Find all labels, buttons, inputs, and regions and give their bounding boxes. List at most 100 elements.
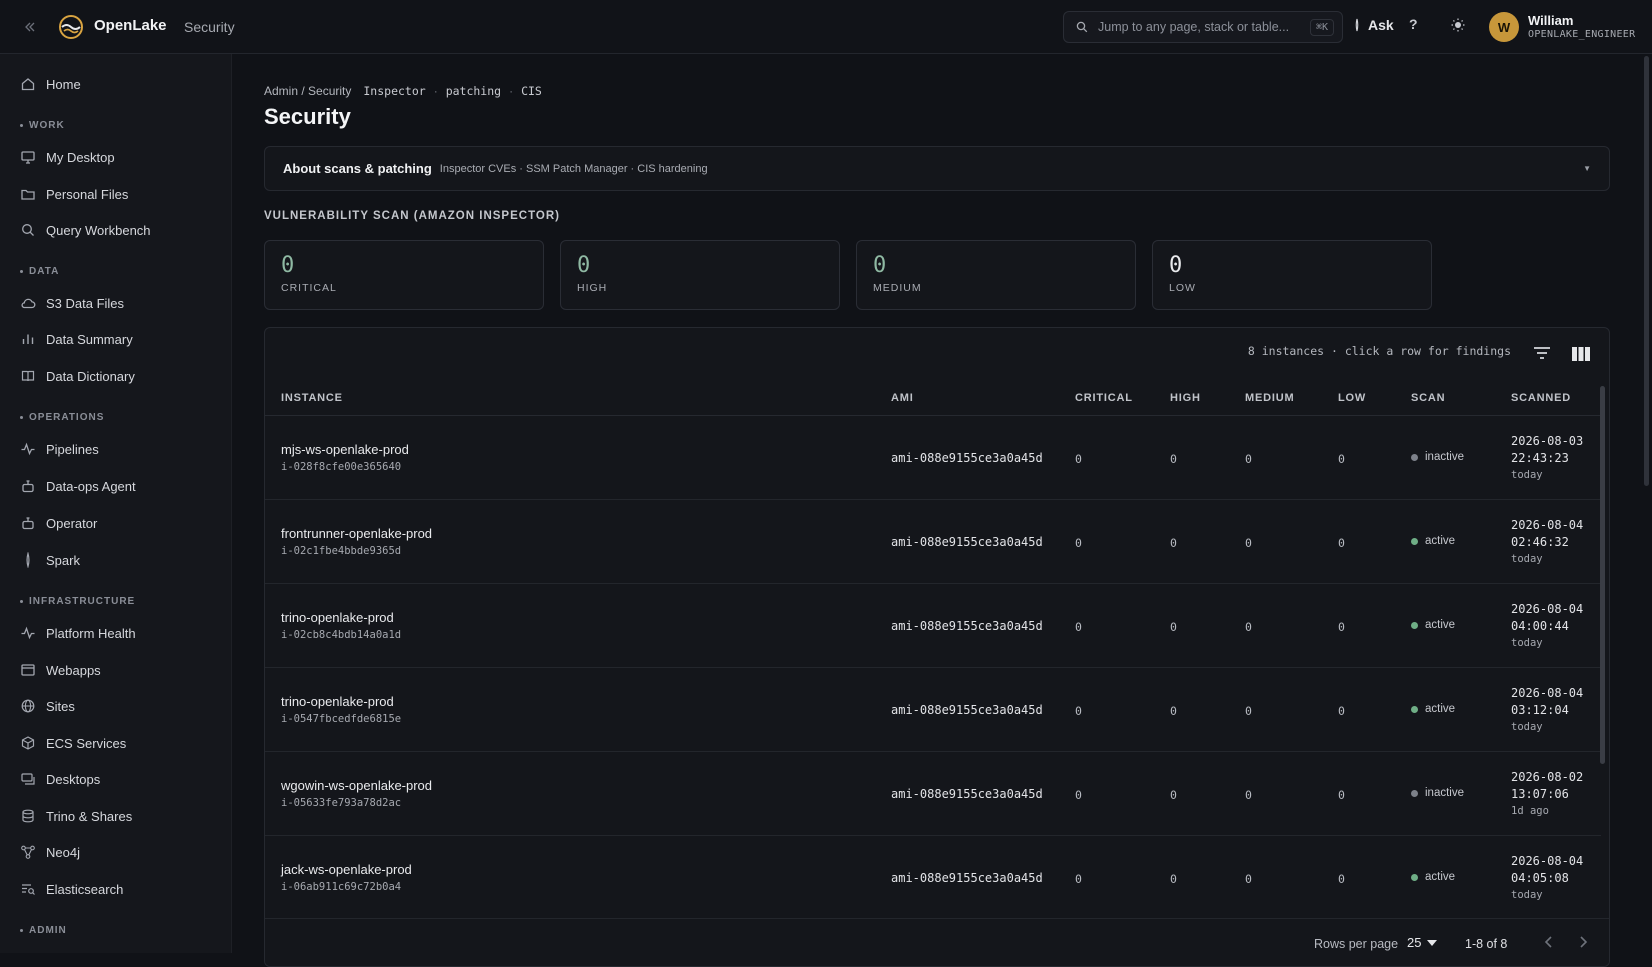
database-icon	[20, 808, 36, 824]
scan-status: active	[1411, 535, 1455, 547]
monitor-icon	[20, 149, 36, 165]
stat-label: MEDIUM	[873, 282, 922, 294]
table-scrollbar[interactable]	[1600, 386, 1605, 764]
sidebar-item-elasticsearch[interactable]: Elasticsearch	[20, 877, 123, 901]
status-dot	[1411, 537, 1418, 545]
table-row[interactable]: jack-ws-openlake-prod i-06ab911c69c72b0a…	[265, 836, 1601, 920]
search-input[interactable]: Jump to any page, stack or table...	[1098, 20, 1310, 34]
table-row[interactable]: trino-openlake-prod i-02cb8c4bdb14a0a1d …	[265, 584, 1601, 668]
medium-count: 0	[1245, 620, 1252, 634]
chevron-down-icon[interactable]: ▼	[1583, 164, 1591, 173]
instance-name: frontrunner-openlake-prod	[281, 526, 433, 541]
sidebar-item-spark[interactable]: Spark	[20, 548, 80, 572]
about-subtitle: Inspector CVEs · SSM Patch Manager · CIS…	[439, 162, 708, 175]
column-header[interactable]: LOW	[1338, 392, 1366, 404]
sidebar-item-data-dictionary[interactable]: Data Dictionary	[20, 364, 135, 388]
sidebar-group-infrastructure: INFRASTRUCTURE	[20, 596, 135, 607]
sidebar-item-label: Home	[46, 76, 81, 92]
desktops-icon	[20, 771, 36, 787]
stat-high: 0 HIGH	[560, 240, 840, 310]
sidebar-item-ecs-services[interactable]: ECS Services	[20, 731, 126, 755]
search-icon	[20, 222, 36, 238]
low-count: 0	[1338, 872, 1345, 886]
stat-medium: 0 MEDIUM	[856, 240, 1136, 310]
ask-button[interactable]: Ask	[1352, 17, 1394, 33]
sidebar-item-label: Query Workbench	[46, 222, 151, 238]
column-header[interactable]: SCAN	[1411, 392, 1445, 404]
high-count: 0	[1170, 452, 1177, 466]
about-scans-panel[interactable]: About scans & patching Inspector CVEs · …	[264, 146, 1610, 191]
search-shortcut-hint: ⌘K	[1309, 18, 1334, 36]
sidebar-group-operations: OPERATIONS	[20, 412, 104, 423]
sidebar-item-my-desktop[interactable]: My Desktop	[20, 145, 115, 169]
table-row[interactable]: mjs-ws-openlake-prod i-028f8cfe00e365640…	[265, 416, 1601, 500]
instance-name: trino-openlake-prod	[281, 694, 394, 709]
user-avatar[interactable]: W	[1489, 12, 1519, 42]
sidebar-item-neo4j[interactable]: Neo4j	[20, 840, 80, 864]
page-scrollbar[interactable]	[1644, 56, 1649, 486]
high-count: 0	[1170, 788, 1177, 802]
scanned-time: 2026-08-02 13:07:06 1d ago	[1511, 770, 1584, 817]
sidebar-item-label: Data-ops Agent	[46, 478, 136, 494]
sidebar-item-desktops[interactable]: Desktops	[20, 767, 100, 791]
theme-toggle-icon[interactable]	[1450, 17, 1466, 33]
table-row[interactable]: frontrunner-openlake-prod i-02c1fbe4bbde…	[265, 500, 1601, 584]
stat-critical: 0 CRITICAL	[264, 240, 544, 310]
operator-icon	[20, 515, 36, 531]
table-row[interactable]: trino-openlake-prod i-0547fbcedfde6815e …	[265, 668, 1601, 752]
low-count: 0	[1338, 620, 1345, 634]
column-header[interactable]: HIGH	[1170, 392, 1201, 404]
column-header[interactable]: SCANNED	[1511, 392, 1571, 404]
column-header[interactable]: AMI	[891, 392, 914, 404]
sidebar-item-label: Data Summary	[46, 331, 133, 347]
rows-per-page-select[interactable]: 25	[1407, 935, 1438, 950]
help-button[interactable]: ?	[1409, 16, 1418, 32]
sidebar-group-data: DATA	[20, 266, 59, 277]
sidebar-item-trino-shares[interactable]: Trino & Shares	[20, 804, 132, 828]
book-icon	[20, 368, 36, 384]
sidebar-item-data-summary[interactable]: Data Summary	[20, 327, 133, 351]
scan-status: active	[1411, 871, 1455, 883]
sidebar-item-pipelines[interactable]: Pipelines	[20, 437, 99, 461]
table-row[interactable]: wgowin-ws-openlake-prod i-05633fe793a78d…	[265, 752, 1601, 836]
openlake-logo-icon[interactable]	[58, 14, 84, 40]
sidebar-item-s3-data-files[interactable]: S3 Data Files	[20, 291, 124, 315]
column-header[interactable]: MEDIUM	[1245, 392, 1294, 404]
column-header[interactable]: CRITICAL	[1075, 392, 1133, 404]
critical-count: 0	[1075, 452, 1082, 466]
global-search[interactable]: Jump to any page, stack or table... ⌘K	[1063, 11, 1343, 43]
filter-icon[interactable]	[1533, 346, 1551, 360]
breadcrumb-separator: ·	[509, 84, 514, 98]
brand-name[interactable]: OpenLake	[94, 17, 167, 34]
critical-count: 0	[1075, 620, 1082, 634]
scan-status: inactive	[1411, 451, 1464, 463]
page-title: Security	[264, 104, 351, 129]
sidebar-item-label: Platform Health	[46, 625, 136, 641]
scan-status: active	[1411, 703, 1455, 715]
sidebar-item-label: My Desktop	[46, 149, 115, 165]
breadcrumb-path[interactable]: Admin / Security	[264, 84, 351, 98]
collapse-sidebar-icon[interactable]	[20, 17, 40, 37]
sidebar-item-platform-health[interactable]: Platform Health	[20, 621, 136, 645]
sidebar-item-query-workbench[interactable]: Query Workbench	[20, 218, 151, 242]
columns-icon[interactable]	[1571, 346, 1591, 362]
browser-window-icon	[20, 662, 36, 678]
chevron-right-icon[interactable]	[1577, 935, 1589, 949]
sidebar-item-webapps[interactable]: Webapps	[20, 658, 101, 682]
user-name[interactable]: William	[1528, 13, 1573, 28]
sidebar-item-label: Personal Files	[46, 186, 129, 202]
column-header[interactable]: INSTANCE	[281, 392, 343, 404]
breadcrumb-separator: ·	[433, 84, 438, 98]
breadcrumb-tag: Inspector	[363, 84, 426, 98]
sidebar-item-operator[interactable]: Operator	[20, 511, 97, 535]
low-count: 0	[1338, 536, 1345, 550]
sidebar-item-sites[interactable]: Sites	[20, 694, 75, 718]
sidebar-item-home[interactable]: Home	[20, 72, 81, 96]
chevron-left-icon[interactable]	[1543, 935, 1555, 949]
heartbeat-icon	[20, 625, 36, 641]
status-dot	[1411, 789, 1418, 797]
sidebar-item-personal-files[interactable]: Personal Files	[20, 182, 128, 206]
high-count: 0	[1170, 872, 1177, 886]
sidebar-item-label: Elasticsearch	[46, 881, 124, 897]
sidebar-item-data-ops-agent[interactable]: Data-ops Agent	[20, 474, 136, 498]
